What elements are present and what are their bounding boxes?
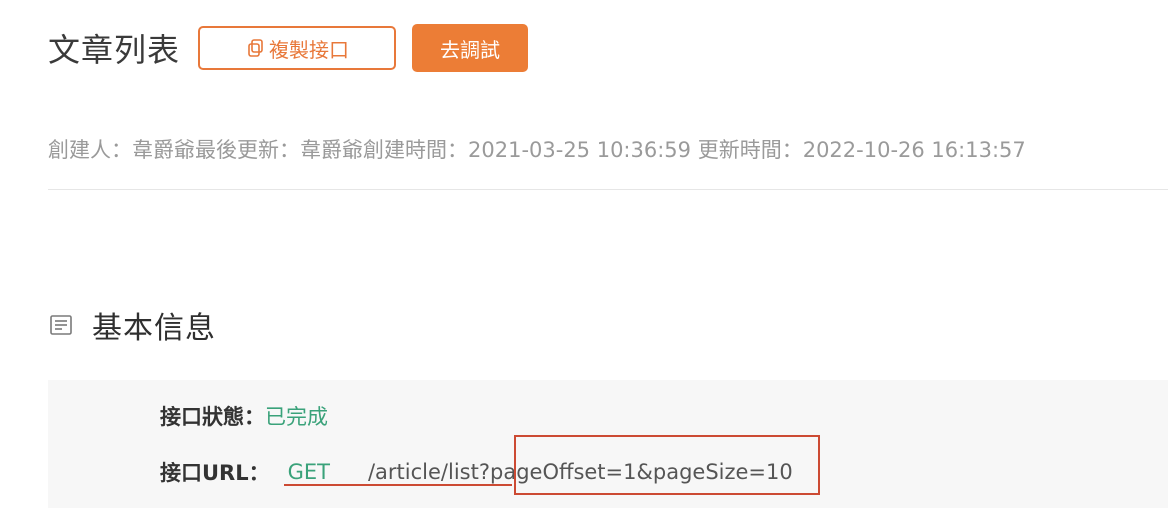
status-row: 接口狀態： 已完成 (160, 400, 328, 432)
copy-interface-label: 複製接口 (269, 37, 350, 62)
copy-icon (245, 37, 267, 59)
copy-interface-button[interactable]: 複製接口 (198, 26, 397, 70)
status-value: 已完成 (265, 405, 328, 429)
section-title: 基本信息 (92, 311, 216, 346)
page-title: 文章列表 (48, 31, 181, 69)
annotation-highlight-box (514, 435, 820, 495)
section-header: 基本信息 (48, 305, 216, 346)
meta-info: 創建人：韋爵爺最後更新：韋爵爺創建時間：2021-03-25 10:36:59 … (48, 138, 1026, 162)
url-label: 接口URL： (160, 461, 270, 485)
debug-button[interactable]: 去調試 (412, 24, 529, 72)
page-header: 文章列表 複製接口 去調試 (48, 24, 529, 72)
url-path: /article/list? (367, 460, 490, 484)
debug-label: 去調試 (440, 37, 501, 62)
annotation-underline (284, 484, 512, 486)
status-label: 接口狀態： (160, 405, 265, 429)
http-method-badge: GET (287, 460, 330, 484)
document-list-icon (48, 312, 74, 338)
header-divider (48, 189, 1168, 190)
